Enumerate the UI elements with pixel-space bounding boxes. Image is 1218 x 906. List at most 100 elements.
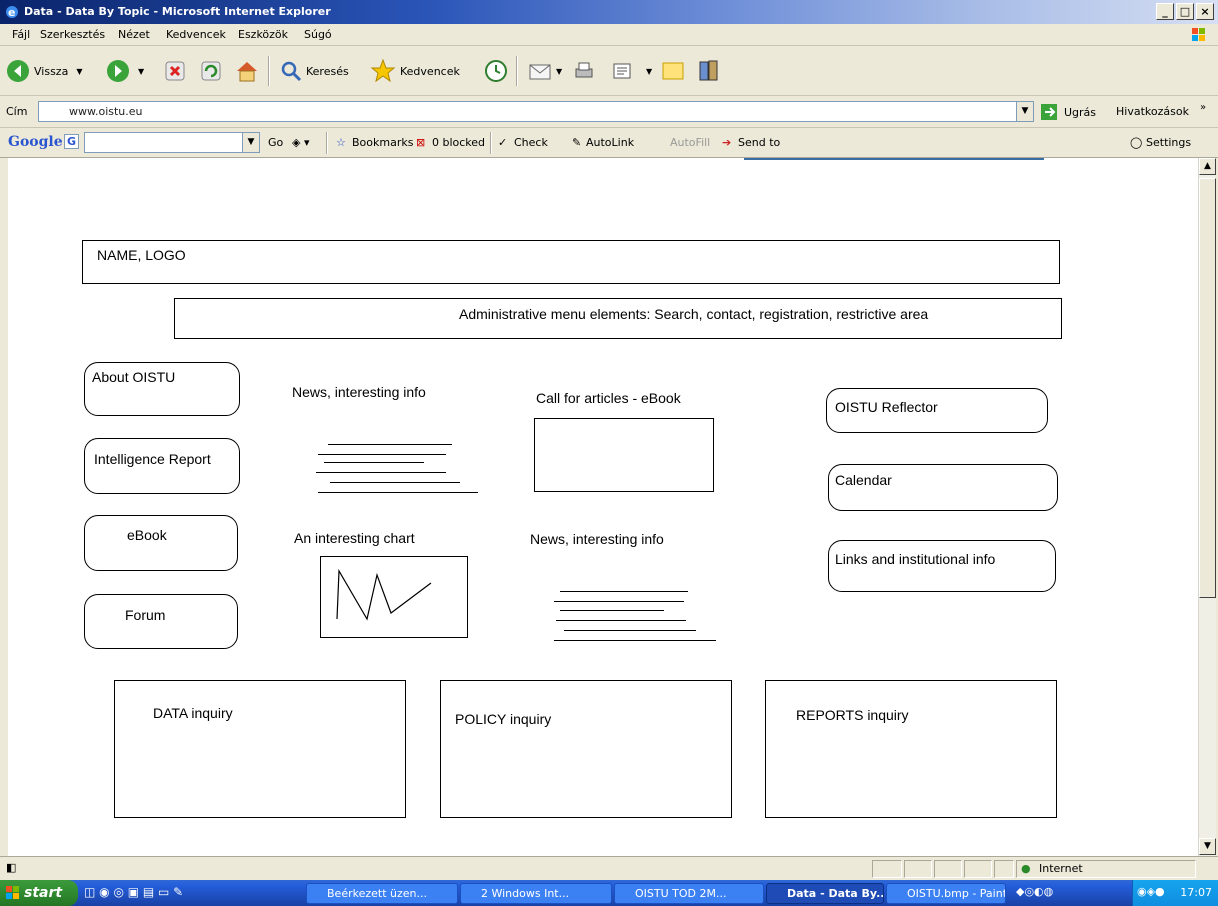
forum-label: Forum [125,607,166,623]
address-dropdown-icon[interactable]: ▼ [1016,102,1033,121]
ie-logo-icon: e [6,6,18,19]
chevron-right-icon[interactable]: » [1200,102,1206,113]
scroll-thumb[interactable] [1199,178,1216,598]
top-accent-line [744,158,1044,160]
tray-icons[interactable]: ◉◈● [1137,885,1165,898]
mail-icon[interactable] [528,58,554,84]
home-icon[interactable] [234,58,260,84]
vertical-scrollbar[interactable]: ▲ ▼ [1198,158,1216,856]
menu-tools[interactable]: Eszközök [238,28,288,41]
start-button[interactable]: start [0,880,78,906]
settings-icon: ◯ [1130,136,1143,149]
print-icon[interactable] [572,58,596,84]
forward-arrow-icon [107,60,129,82]
forward-button[interactable]: ▼ [106,58,144,84]
discuss-icon[interactable] [660,58,686,84]
popup-blocker-icon: ⊠ [416,136,426,149]
menu-help[interactable]: Súgó [304,28,332,41]
data-inquiry-box[interactable]: DATA inquiry [114,680,406,818]
search-button[interactable]: Keresés [280,58,349,84]
back-dropdown-icon[interactable]: ▼ [76,67,82,76]
close-button[interactable]: × [1196,3,1214,20]
oistu-reflector-button[interactable]: OISTU Reflector [826,388,1048,433]
page-viewport: NAME, LOGO Administrative menu elements:… [8,158,1198,856]
back-button[interactable]: Vissza ▼ [6,58,82,84]
autofill-button[interactable]: AutoFill [670,136,710,149]
links-button[interactable]: Hivatkozások [1116,105,1189,118]
links-institutional-button[interactable]: Links and institutional info [828,540,1056,592]
ebook-label: eBook [127,527,167,543]
task-button-ie-group[interactable]: 2 Windows Int... [460,883,612,904]
go-button[interactable]: Ugrás [1040,103,1096,121]
task-button-data[interactable]: Data - Data By... [766,883,884,904]
edit-dropdown-icon[interactable]: ▼ [646,58,652,84]
back-arrow-icon [7,60,29,82]
windows-logo-icon [1192,28,1205,41]
text-placeholder-line [564,630,696,631]
sendto-button[interactable]: Send to [738,136,780,149]
title-bar: e Data - Data By Topic - Microsoft Inter… [0,0,1218,24]
links-institutional-label: Links and institutional info [835,551,996,567]
text-placeholder-line [316,472,446,473]
check-button[interactable]: Check [514,136,548,149]
mail-dropdown-icon[interactable]: ▼ [556,58,562,84]
favorites-label: Kedvencek [400,64,460,78]
minimize-button[interactable]: _ [1156,3,1174,20]
history-icon[interactable] [484,58,508,84]
page-status-icon: ◧ [6,861,17,874]
tray-notification-icons[interactable]: ◆◎◐◍ [1016,885,1053,898]
task-button-paint[interactable]: OISTU.bmp - Paint [886,883,1006,904]
autolink-button[interactable]: AutoLink [586,136,634,149]
task-button-outlook[interactable]: Beérkezett üzen... [306,883,458,904]
policy-inquiry-label: POLICY inquiry [455,711,552,727]
google-search-input[interactable]: ▼ [84,132,260,153]
text-placeholder-line [554,601,684,602]
chart-placeholder-box [320,556,468,638]
google-options-icon[interactable]: ◈ ▾ [292,136,309,149]
settings-button[interactable]: Settings [1146,136,1191,149]
text-placeholder-line [560,591,688,592]
calendar-button[interactable]: Calendar [828,464,1058,511]
admin-menu-box: Administrative menu elements: Search, co… [174,298,1062,339]
task-button-word[interactable]: OISTU TOD 2M... [614,883,764,904]
status-pane [934,860,962,878]
address-bar: Cím www.oistu.eu ▼ Ugrás Hivatkozások » [0,96,1218,128]
toolbar-separator [516,56,518,86]
google-logo[interactable]: Google [8,134,63,150]
maximize-button[interactable]: □ [1176,3,1194,20]
header-box: NAME, LOGO [82,240,1060,284]
reports-inquiry-box[interactable]: REPORTS inquiry [765,680,1057,818]
forward-dropdown-icon[interactable]: ▼ [138,67,144,76]
stop-icon[interactable] [164,58,186,84]
popup-blocked-button[interactable]: 0 blocked [432,136,485,149]
menu-file[interactable]: Fájl [12,28,30,41]
address-label: Cím [6,105,28,118]
refresh-icon[interactable] [200,58,222,84]
google-g-icon[interactable]: G [64,134,80,149]
scroll-down-icon[interactable]: ▼ [1199,838,1216,855]
menu-edit[interactable]: Szerkesztés [40,28,105,41]
about-oistu-button[interactable]: About OISTU [84,362,240,416]
forum-button[interactable]: Forum [84,594,238,649]
menu-view[interactable]: Nézet [118,28,150,41]
edit-icon[interactable] [612,58,632,84]
policy-inquiry-box[interactable]: POLICY inquiry [440,680,732,818]
go-arrow-icon [1041,104,1057,120]
quick-launch-icons[interactable]: ◫ ◉ ◎ ▣ ▤ ▭ ✎ [84,885,183,899]
call-for-articles-box[interactable] [534,418,714,492]
about-oistu-label: About OISTU [92,369,176,385]
text-placeholder-line [318,454,446,455]
address-value: www.oistu.eu [69,105,143,118]
google-toolbar: Google G ▼ Go ◈ ▾ ☆ Bookmarks ⊠ 0 blocke… [0,128,1218,158]
menu-favorites[interactable]: Kedvencek [166,28,226,41]
bookmarks-button[interactable]: Bookmarks [352,136,413,149]
intelligence-report-button[interactable]: Intelligence Report [84,438,240,494]
google-go-button[interactable]: Go [268,136,283,149]
favorites-button[interactable]: Kedvencek [370,58,460,84]
scroll-up-icon[interactable]: ▲ [1199,158,1216,175]
address-input[interactable]: www.oistu.eu ▼ [38,101,1034,122]
ebook-button[interactable]: eBook [84,515,238,571]
research-icon[interactable] [696,58,722,84]
windows-flag-icon [6,886,19,899]
google-search-dropdown-icon[interactable]: ▼ [242,133,259,152]
